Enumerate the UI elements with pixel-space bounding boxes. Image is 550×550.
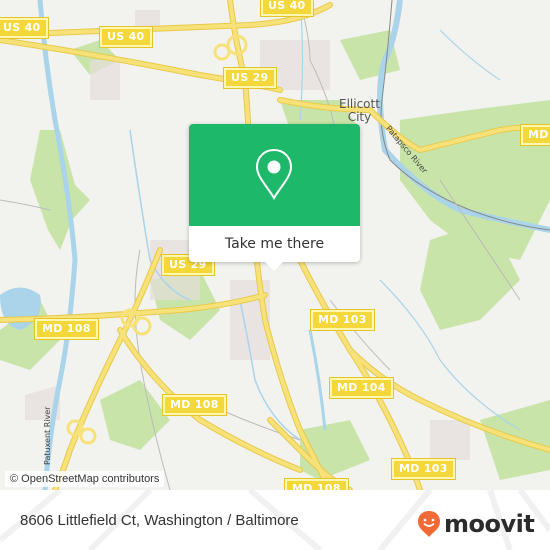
route-shield-us29: US 29 bbox=[224, 68, 276, 88]
brand-name: moovit bbox=[444, 510, 535, 538]
footer-bar: 8606 Littlefield Ct, Washington / Baltim… bbox=[0, 490, 550, 550]
route-shield-md103: MD 103 bbox=[392, 459, 455, 479]
location-pin-icon bbox=[255, 148, 293, 200]
map-view[interactable]: US 40 US 40 US 40 US 29 US 29 MD 1 MD 10… bbox=[0, 0, 550, 490]
route-shield-md104: MD 104 bbox=[330, 378, 393, 398]
route-shield-us40: US 40 bbox=[261, 0, 313, 16]
route-shield-us40: US 40 bbox=[100, 27, 152, 47]
popup-pointer bbox=[265, 262, 283, 271]
place-label-line: City bbox=[347, 110, 372, 124]
moovit-smiley-pin-icon bbox=[418, 511, 440, 537]
route-shield-md103: MD 103 bbox=[311, 310, 374, 330]
route-shield-md103: MD 1 bbox=[521, 125, 550, 145]
take-me-there-button[interactable]: Take me there bbox=[189, 226, 360, 262]
place-label-ellicott-city: Ellicott City bbox=[339, 98, 380, 124]
moovit-logo[interactable]: moovit bbox=[417, 510, 535, 538]
location-popup[interactable]: Take me there bbox=[189, 124, 360, 271]
route-shield-md108: MD 108 bbox=[35, 319, 98, 339]
route-shield-md108: MD 108 bbox=[163, 395, 226, 415]
river-label-patuxent: Patuxent River bbox=[43, 406, 52, 465]
map-attribution[interactable]: © OpenStreetMap contributors bbox=[5, 471, 165, 487]
route-shield-md108: MD 108 bbox=[285, 479, 348, 490]
address-text: 8606 Littlefield Ct, Washington / Baltim… bbox=[20, 512, 299, 529]
popup-header[interactable] bbox=[189, 124, 360, 226]
route-shield-us40: US 40 bbox=[0, 18, 48, 38]
